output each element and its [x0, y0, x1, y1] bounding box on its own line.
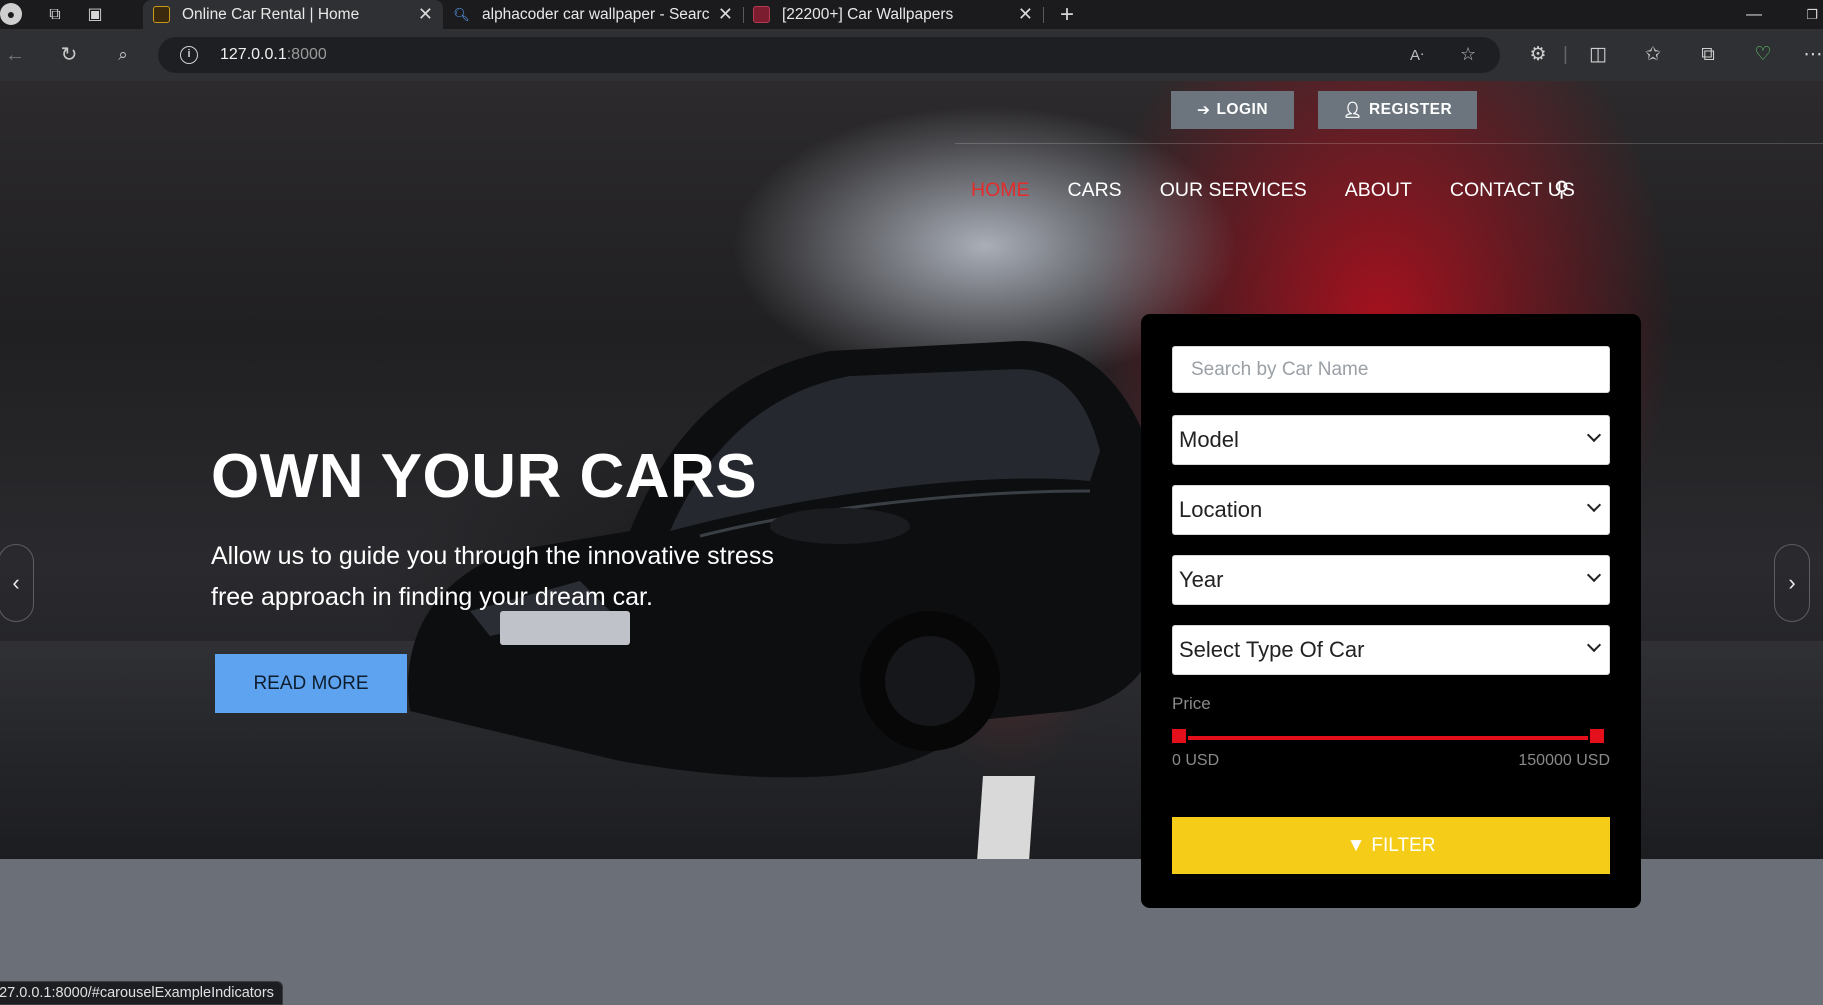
read-aloud-icon[interactable]: Aᐧ — [1410, 46, 1424, 64]
car-filter-panel: Search by Car Name Model Location Year S… — [1141, 314, 1641, 908]
nav-about[interactable]: ABOUT — [1345, 179, 1412, 202]
more-menu-icon[interactable]: ⋯ — [1800, 42, 1823, 68]
login-button[interactable]: ➔ LOGIN — [1171, 91, 1294, 129]
carousel-prev-button[interactable]: ‹ — [0, 544, 34, 622]
location-select-value: Location — [1179, 497, 1263, 522]
omnibox[interactable]: i 127.0.0.1:8000 Aᐧ ☆ — [158, 37, 1500, 73]
nav-cars[interactable]: CARS — [1068, 179, 1122, 202]
price-min-handle[interactable] — [1170, 727, 1188, 745]
search-favicon-icon: 🔍︎ — [453, 7, 470, 22]
login-label: LOGIN — [1216, 101, 1269, 118]
chevron-down-icon — [1586, 497, 1602, 513]
workspaces-icon[interactable]: ⧉ — [44, 4, 66, 26]
car-name-search-input[interactable]: Search by Car Name — [1172, 346, 1610, 393]
minimize-icon[interactable]: — — [1743, 4, 1765, 26]
user-plus-icon: 👤︎ — [1342, 101, 1363, 119]
tab-actions-icon[interactable]: ▣ — [84, 4, 106, 26]
chevron-down-icon — [1586, 427, 1602, 443]
tab-separator — [1043, 7, 1044, 23]
chevron-down-icon — [1586, 637, 1602, 653]
restore-icon[interactable]: ❐ — [1801, 4, 1823, 26]
hero-lead: Allow us to guide you through the innova… — [211, 542, 774, 611]
year-select-value: Year — [1179, 567, 1224, 592]
price-range-track[interactable] — [1178, 736, 1598, 740]
close-tab-icon[interactable]: ✕ — [418, 4, 433, 25]
read-more-button[interactable]: READ MORE — [215, 654, 407, 713]
tab-online-car-rental[interactable]: Online Car Rental | Home ✕ — [143, 0, 443, 29]
tab-car-wallpapers[interactable]: [22200+] Car Wallpapers ✕ — [743, 0, 1043, 29]
year-select[interactable]: Year — [1172, 555, 1610, 605]
filter-button-label: FILTER — [1371, 834, 1436, 856]
chevron-down-icon — [1586, 567, 1602, 583]
car-rental-favicon-icon — [153, 6, 170, 23]
url-text[interactable]: 127.0.0.1:8000 — [220, 46, 327, 64]
back-icon[interactable]: ← — [2, 42, 28, 68]
model-select-value: Model — [1179, 427, 1239, 452]
price-max-value: 150000 USD — [1518, 752, 1610, 769]
header-divider — [955, 143, 1823, 144]
main-navigation: HOME CARS OUR SERVICES ABOUT CONTACT US — [971, 179, 1613, 202]
chevron-right-icon: › — [1788, 570, 1796, 595]
funnel-icon: ▼ — [1346, 834, 1366, 856]
register-label: REGISTER — [1368, 101, 1453, 118]
sign-in-icon: ➔ — [1196, 101, 1211, 119]
search-icon[interactable]: ⌕ — [110, 42, 136, 68]
site-info-icon[interactable]: i — [180, 46, 198, 64]
carousel-next-button[interactable]: › — [1774, 544, 1810, 622]
browser-tab-strip: ● ⧉ ▣ Online Car Rental | Home ✕ 🔍︎ alph… — [0, 0, 1823, 29]
filter-button[interactable]: ▼ FILTER — [1172, 817, 1610, 874]
nav-home[interactable]: HOME — [971, 179, 1030, 202]
car-type-select-value: Select Type Of Car — [1179, 637, 1365, 662]
profile-avatar-icon[interactable]: ● — [0, 3, 22, 25]
tab-alphacoder-search[interactable]: 🔍︎ alphacoder car wallpaper - Searc ✕ — [443, 0, 743, 29]
new-tab-icon[interactable]: + — [1056, 3, 1078, 27]
web-page: ➔ LOGIN 👤︎ REGISTER HOME CARS OUR SERVIC… — [0, 81, 1823, 1005]
split-screen-icon[interactable]: ◫ — [1585, 42, 1611, 68]
tab-title: Online Car Rental | Home — [182, 5, 360, 23]
chevron-left-icon: ‹ — [12, 570, 20, 595]
browser-essentials-icon[interactable]: ♡ — [1750, 42, 1776, 68]
price-label: Price — [1172, 694, 1211, 713]
tab-title: alphacoder car wallpaper - Searc — [482, 5, 710, 23]
tab-title: [22200+] Car Wallpapers — [782, 5, 954, 23]
nav-our-services[interactable]: OUR SERVICES — [1160, 179, 1307, 202]
close-tab-icon[interactable]: ✕ — [718, 4, 733, 25]
refresh-icon[interactable]: ↻ — [56, 42, 82, 68]
car-type-select[interactable]: Select Type Of Car — [1172, 625, 1610, 675]
close-tab-icon[interactable]: ✕ — [1018, 4, 1033, 25]
hero-title: OWN YOUR CARS — [211, 442, 758, 511]
location-select[interactable]: Location — [1172, 485, 1610, 535]
register-button[interactable]: 👤︎ REGISTER — [1318, 91, 1477, 129]
nav-search-icon[interactable]: ⚲ — [1554, 177, 1569, 202]
collections-icon[interactable]: ⧉ — [1695, 42, 1721, 68]
favorite-star-icon[interactable]: ☆ — [1460, 44, 1476, 65]
browser-address-bar: ← ↻ ⌕ i 127.0.0.1:8000 Aᐧ ☆ ⚙ | ◫ ✩ ⧉ ♡ … — [0, 29, 1823, 81]
extensions-icon[interactable]: ⚙ — [1525, 42, 1551, 68]
link-status-bar: 127.0.0.1:8000/#carouselExampleIndicator… — [0, 981, 283, 1005]
price-max-handle[interactable] — [1588, 727, 1606, 745]
toolbar-divider: | — [1563, 44, 1568, 65]
price-min-value: 0 USD — [1172, 752, 1220, 769]
model-select[interactable]: Model — [1172, 415, 1610, 465]
wallpapers-favicon-icon — [753, 6, 770, 23]
favorites-icon[interactable]: ✩ — [1640, 42, 1666, 68]
